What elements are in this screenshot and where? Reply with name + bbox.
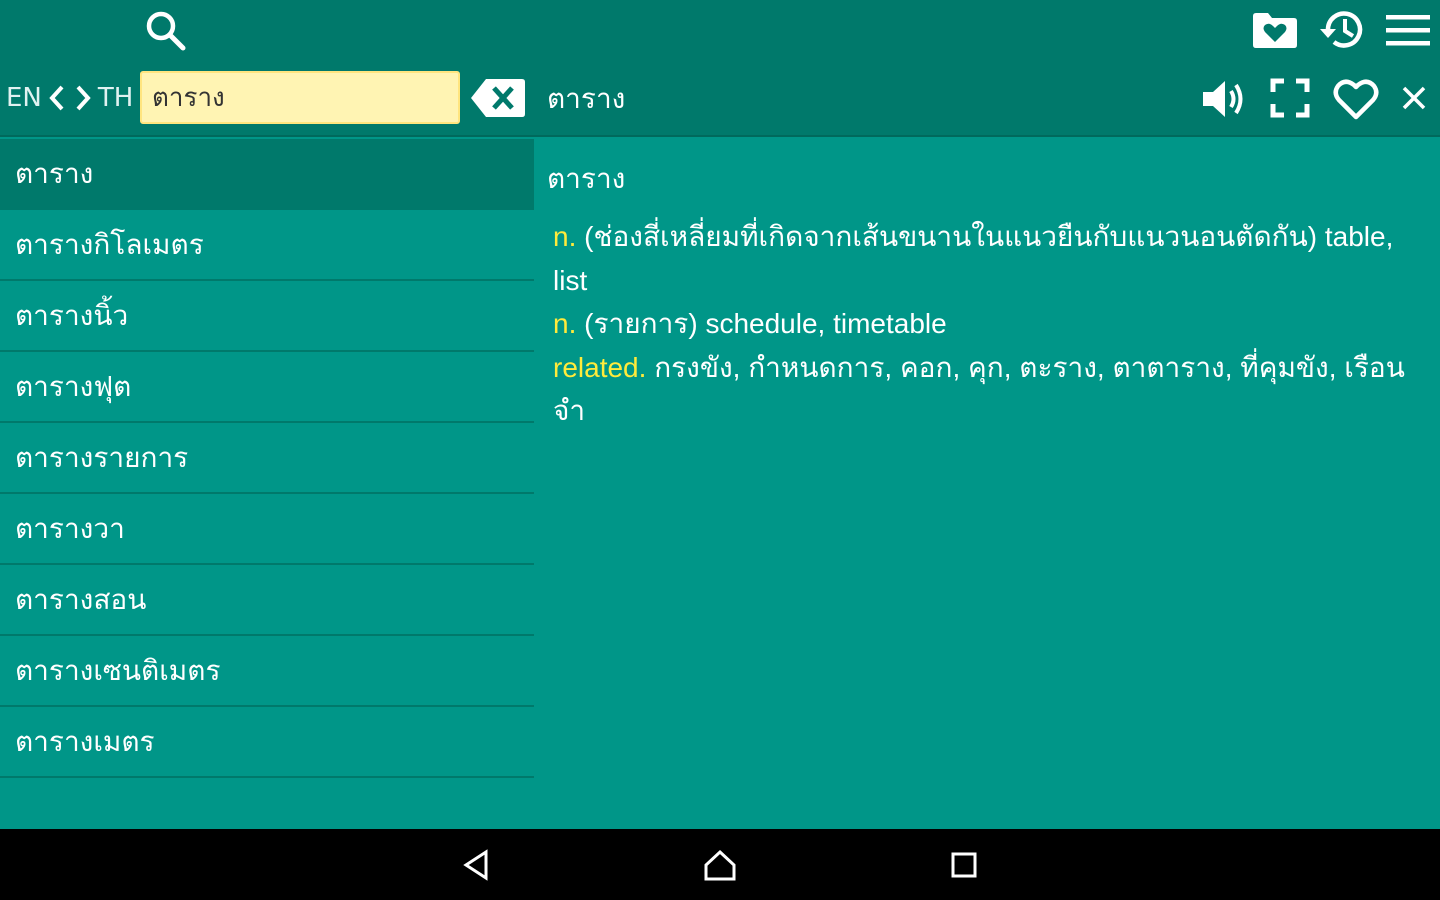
list-item[interactable]: ตารางเซนติเมตร: [0, 636, 534, 707]
list-item[interactable]: ตารางวา: [0, 494, 534, 565]
nav-home-button[interactable]: [698, 843, 742, 887]
nav-recents-button[interactable]: [942, 843, 986, 887]
target-language: TH: [97, 83, 134, 113]
favorite-button[interactable]: [1330, 74, 1382, 124]
part-of-speech: n.: [553, 308, 577, 339]
folder-heart-icon: [1253, 13, 1297, 48]
chevron-left-icon: [49, 85, 64, 111]
related-words: กรงขัง, กำหนดการ, คอก, คุก, ตะราง, ตาตาร…: [553, 351, 1405, 427]
definition-text: (ช่องสี่เหลี่ยมที่เกิดจากเส้นขนานในแนวยื…: [553, 221, 1394, 296]
favorites-folder-button[interactable]: [1250, 8, 1300, 52]
clear-search-button[interactable]: [470, 76, 526, 120]
definition-title: ตาราง: [547, 162, 626, 195]
fullscreen-button[interactable]: [1268, 76, 1312, 120]
definition-entries: n. (ช่องสี่เหลี่ยมที่เกิดจากเส้นขนานในแน…: [553, 215, 1433, 433]
backspace-clear-icon: [471, 79, 525, 117]
recents-square-icon: [951, 852, 977, 878]
search-field[interactable]: [140, 71, 460, 124]
heart-outline-icon: [1333, 79, 1379, 120]
system-nav-bar: [0, 829, 1440, 900]
definition-entry: n. (รายการ) schedule, timetable: [553, 302, 1433, 346]
close-icon: [1402, 86, 1426, 110]
list-item[interactable]: ตารางสอน: [0, 565, 534, 636]
menu-button[interactable]: [1384, 10, 1432, 50]
part-of-speech: n.: [553, 221, 577, 252]
nav-back-button[interactable]: [455, 843, 499, 887]
language-switch[interactable]: EN TH: [6, 78, 133, 118]
list-item[interactable]: ตาราง: [0, 139, 534, 210]
list-item[interactable]: ตารางฟุต: [0, 352, 534, 423]
related-entry: related. กรงขัง, กำหนดการ, คอก, คุก, ตะร…: [553, 346, 1433, 433]
history-button[interactable]: [1316, 6, 1368, 54]
speak-button[interactable]: [1200, 76, 1250, 122]
search-button[interactable]: [140, 6, 190, 54]
search-input[interactable]: [152, 82, 448, 113]
search-icon: [146, 11, 186, 51]
speaker-icon: [1203, 81, 1243, 117]
related-label: related.: [553, 351, 647, 383]
definition-entry: n. (ช่องสี่เหลี่ยมที่เกิดจากเส้นขนานในแน…: [553, 215, 1433, 302]
definition-panel: ตาราง n. (ช่องสี่เหลี่ยมที่เกิดจากเส้นขน…: [534, 139, 1440, 829]
list-item[interactable]: ตารางนิ้ว: [0, 281, 534, 352]
definition-text: (รายการ) schedule, timetable: [584, 308, 947, 339]
word-list: ตาราง ตารางกิโลเมตร ตารางนิ้ว ตารางฟุต ต…: [0, 139, 534, 829]
list-item[interactable]: ตารางรายการ: [0, 423, 534, 494]
back-triangle-icon: [463, 849, 488, 881]
chevron-right-icon: [76, 85, 91, 111]
fullscreen-icon: [1270, 78, 1310, 118]
history-icon: [1320, 11, 1363, 48]
source-language: EN: [6, 83, 42, 113]
home-icon: [704, 849, 736, 881]
hamburger-menu-icon: [1386, 15, 1430, 46]
close-detail-button[interactable]: [1396, 80, 1432, 116]
list-item[interactable]: ตารางกิโลเมตร: [0, 210, 534, 281]
top-toolbar: EN TH ตาราง: [0, 0, 1440, 137]
list-item[interactable]: ตารางเมตร: [0, 707, 534, 778]
header-word-title: ตาราง: [547, 82, 626, 115]
